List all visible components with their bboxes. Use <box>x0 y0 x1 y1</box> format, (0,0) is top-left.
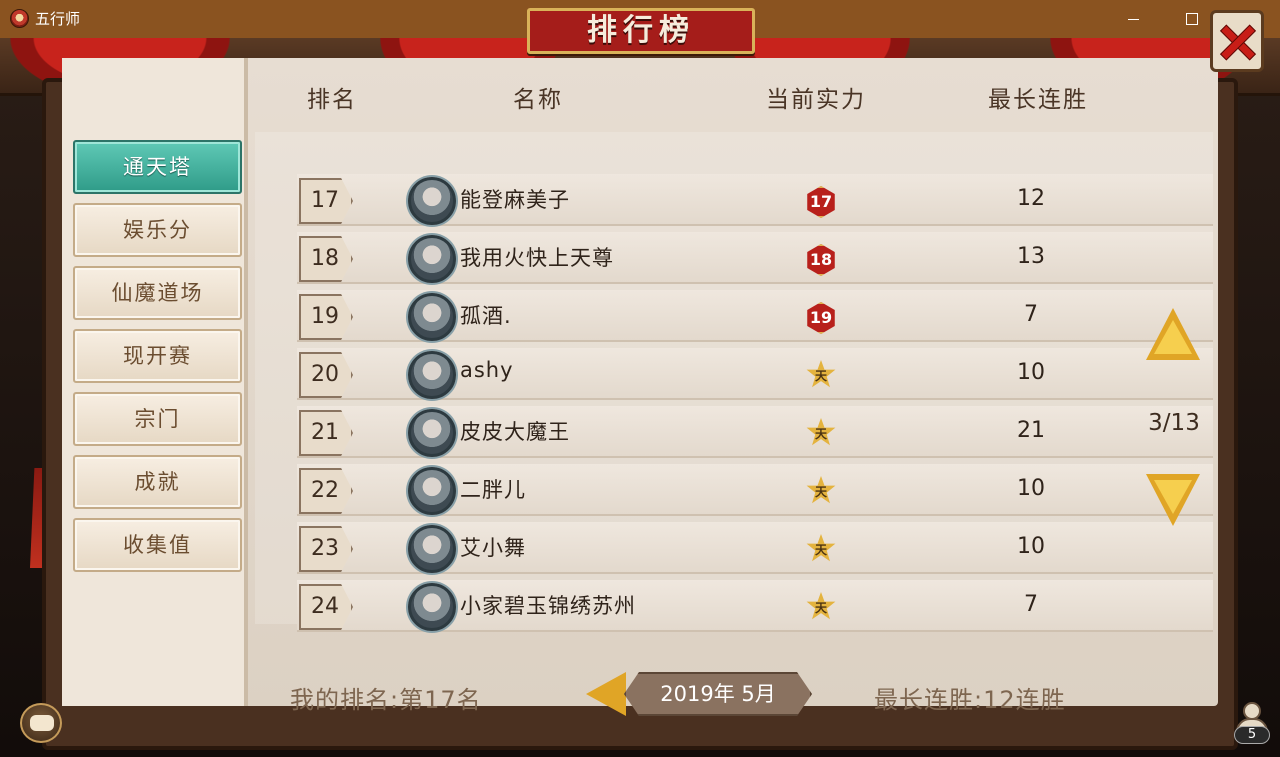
title-plaque: 排行榜 <box>527 8 755 54</box>
rank-tag: 20 <box>299 352 353 398</box>
power-level: 天 <box>814 369 827 383</box>
player-name: 艾小舞 <box>460 536 526 560</box>
avatar <box>408 177 456 225</box>
table-row[interactable]: 23 艾小舞 天 10 <box>297 522 1213 574</box>
rank-tag: 18 <box>299 236 353 282</box>
win-streak: 10 <box>1017 476 1045 501</box>
window-title: 五行师 <box>35 10 81 28</box>
player-name: 我用火快上天尊 <box>460 246 614 270</box>
player-name: ashy <box>460 358 514 382</box>
my-rank-text: 我的排名:第17名 <box>290 686 482 714</box>
table-row[interactable]: 18 我用火快上天尊 18 13 <box>297 232 1213 284</box>
sidebar-item-xiankaisai[interactable]: 现开赛 <box>73 329 242 383</box>
sidebar-item-zongmen[interactable]: 宗门 <box>73 392 242 446</box>
power-level: 天 <box>814 601 827 615</box>
table-row[interactable]: 19 孤酒. 19 7 <box>297 290 1213 342</box>
avatar <box>408 293 456 341</box>
table-row[interactable]: 20 ashy 天 10 <box>297 348 1213 400</box>
avatar <box>408 235 456 283</box>
table-row[interactable]: 24 小家碧玉锦绣苏州 天 7 <box>297 580 1213 632</box>
sidebar-item-tongtianta[interactable]: 通天塔 <box>73 140 242 194</box>
power-badge: 天 <box>805 534 837 566</box>
rank-tag: 17 <box>299 178 353 224</box>
win-streak: 10 <box>1017 360 1045 385</box>
avatar <box>408 525 456 573</box>
power-level: 19 <box>807 302 835 334</box>
page-indicator: 3/13 <box>1148 410 1200 436</box>
win-streak: 13 <box>1017 244 1045 269</box>
friends-button[interactable]: 5 <box>1230 700 1274 746</box>
sidebar-item-yulefen[interactable]: 娱乐分 <box>73 203 242 257</box>
win-streak: 21 <box>1017 418 1045 443</box>
power-badge: 天 <box>805 360 837 392</box>
power-badge: 天 <box>805 476 837 508</box>
app-logo-icon <box>10 9 29 28</box>
avatar <box>408 351 456 399</box>
sidebar-item-chengjiu[interactable]: 成就 <box>73 455 242 509</box>
minimize-button[interactable] <box>1104 0 1162 38</box>
rank-tag: 24 <box>299 584 353 630</box>
avatar <box>408 467 456 515</box>
win-streak: 7 <box>1024 592 1038 617</box>
power-badge: 19 <box>805 302 837 334</box>
player-name: 小家碧玉锦绣苏州 <box>460 594 636 618</box>
rank-tag: 22 <box>299 468 353 514</box>
avatar <box>408 583 456 631</box>
chat-bubble-icon <box>30 715 54 731</box>
date-selector[interactable]: 2019年 5月 <box>624 672 812 716</box>
player-name: 能登麻美子 <box>460 188 570 212</box>
table-row[interactable]: 22 二胖儿 天 10 <box>297 464 1213 516</box>
power-badge: 天 <box>805 418 837 450</box>
win-streak: 12 <box>1017 186 1045 211</box>
best-streak-text: 最长连胜:12连胜 <box>874 686 1066 714</box>
win-streak: 10 <box>1017 534 1045 559</box>
power-badge: 18 <box>805 244 837 276</box>
header-name: 名称 <box>513 87 563 113</box>
player-name: 孤酒. <box>460 304 512 328</box>
header-streak: 最长连胜 <box>988 87 1088 113</box>
power-badge: 17 <box>805 186 837 218</box>
power-level: 18 <box>807 244 835 276</box>
table-row[interactable]: 21 皮皮大魔王 天 21 <box>297 406 1213 458</box>
power-level: 天 <box>814 485 827 499</box>
chat-button[interactable] <box>20 703 62 743</box>
page-title: 排行榜 <box>587 13 695 48</box>
player-name: 二胖儿 <box>460 478 526 502</box>
power-badge: 天 <box>805 592 837 624</box>
header-rank: 排名 <box>307 87 357 113</box>
power-level: 17 <box>807 186 835 218</box>
power-level: 天 <box>814 427 827 441</box>
header-power: 当前实力 <box>766 87 866 113</box>
sidebar-item-xianmodaochang[interactable]: 仙魔道场 <box>73 266 242 320</box>
power-level: 天 <box>814 543 827 557</box>
win-streak: 7 <box>1024 302 1038 327</box>
close-button[interactable] <box>1210 10 1264 72</box>
rank-tag: 19 <box>299 294 353 340</box>
sidebar-item-shoujizhi[interactable]: 收集值 <box>73 518 242 572</box>
player-name: 皮皮大魔王 <box>460 420 570 444</box>
rank-tag: 23 <box>299 526 353 572</box>
friends-count-badge: 5 <box>1234 726 1270 744</box>
table-row[interactable]: 17 能登麻美子 17 12 <box>297 174 1213 226</box>
rank-tag: 21 <box>299 410 353 456</box>
avatar <box>408 409 456 457</box>
